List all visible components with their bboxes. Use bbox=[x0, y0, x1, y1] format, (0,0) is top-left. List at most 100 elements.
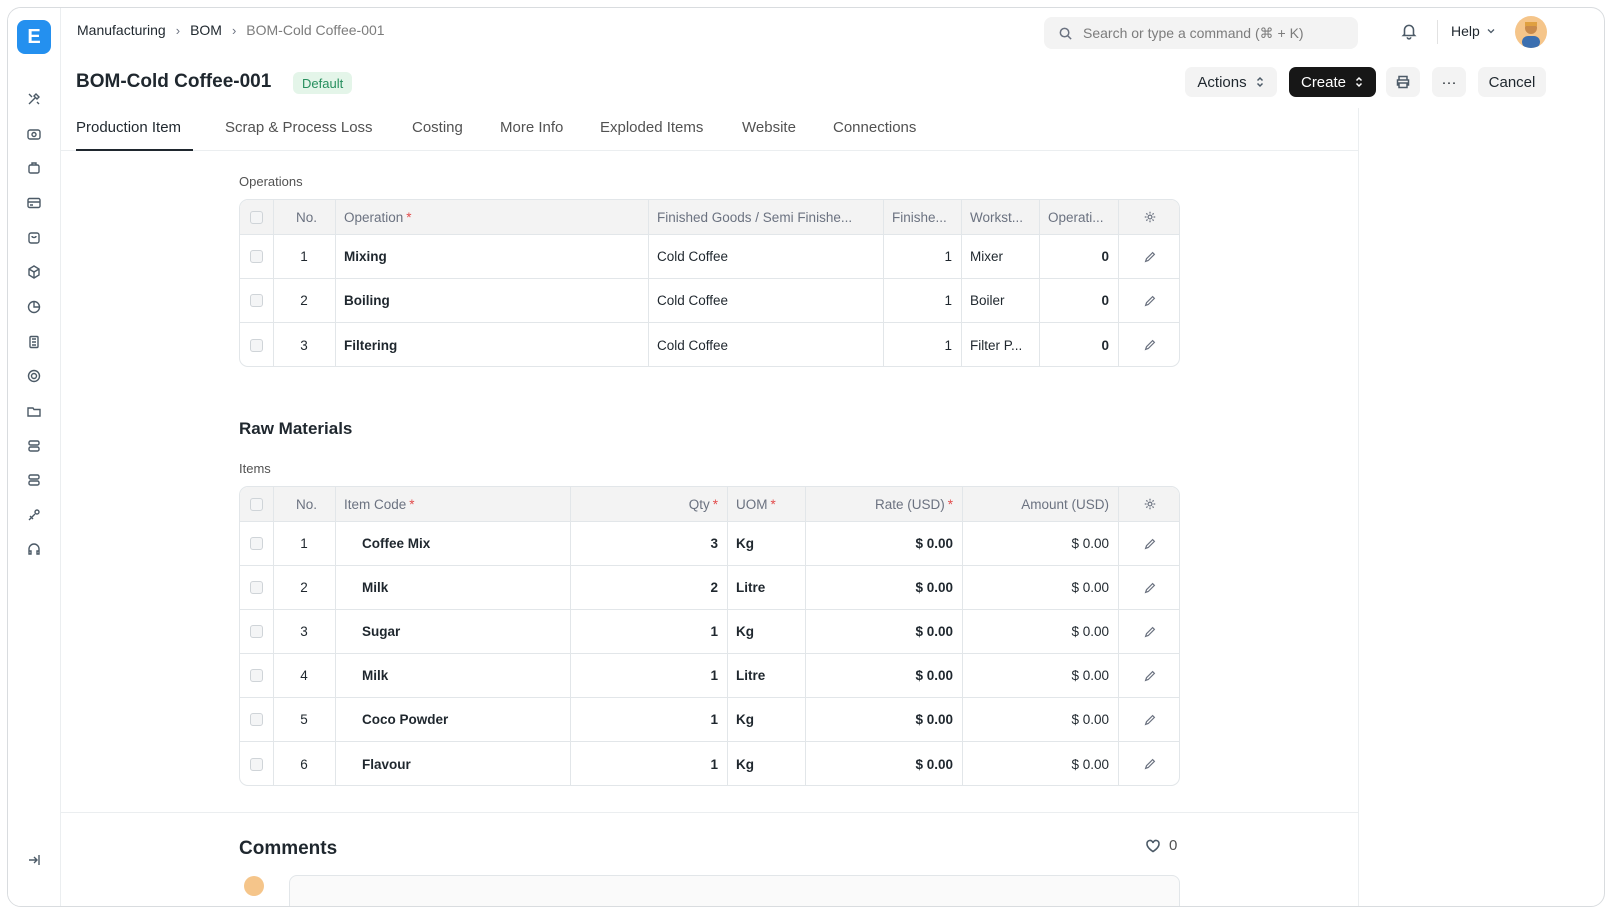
table-row[interactable]: 5 Coco Powder 1 Kg $ 0.00 $ 0.00 bbox=[240, 698, 1179, 742]
tab-website[interactable]: Website bbox=[742, 119, 796, 136]
qty-cell[interactable]: 1 bbox=[570, 654, 727, 697]
search-input[interactable]: Search or type a command (⌘ + K) bbox=[1044, 17, 1358, 49]
more-options-button[interactable]: ··· bbox=[1432, 67, 1466, 97]
rate-cell[interactable]: $ 0.00 bbox=[805, 654, 962, 697]
tab-costing[interactable]: Costing bbox=[412, 119, 463, 136]
operation-cell[interactable]: Filtering bbox=[335, 323, 648, 366]
column-settings-gear-icon[interactable] bbox=[1118, 200, 1179, 234]
package-icon[interactable] bbox=[25, 263, 43, 281]
edit-row-pencil-icon[interactable] bbox=[1118, 566, 1179, 609]
operation-cell[interactable]: Mixing bbox=[335, 235, 648, 278]
row-checkbox[interactable] bbox=[240, 522, 273, 565]
edit-row-pencil-icon[interactable] bbox=[1118, 279, 1179, 322]
uom-cell[interactable]: Kg bbox=[727, 698, 805, 741]
table-row[interactable]: 6 Flavour 1 Kg $ 0.00 $ 0.00 bbox=[240, 742, 1179, 785]
finished-goods-cell[interactable]: Cold Coffee bbox=[648, 235, 883, 278]
briefcase-icon[interactable] bbox=[25, 159, 43, 177]
item-code-cell[interactable]: Milk bbox=[335, 654, 570, 697]
item-code-cell[interactable]: Sugar bbox=[335, 610, 570, 653]
qty-cell[interactable]: 1 bbox=[570, 610, 727, 653]
shopping-bag-icon[interactable] bbox=[25, 229, 43, 247]
qty-cell[interactable]: 3 bbox=[570, 522, 727, 565]
qty-cell[interactable]: 1 bbox=[570, 742, 727, 785]
row-checkbox[interactable] bbox=[240, 654, 273, 697]
accounting-icon[interactable] bbox=[25, 125, 43, 143]
rate-cell[interactable]: $ 0.00 bbox=[805, 698, 962, 741]
building-icon[interactable] bbox=[25, 333, 43, 351]
uom-cell[interactable]: Kg bbox=[727, 522, 805, 565]
item-code-cell[interactable]: Flavour bbox=[335, 742, 570, 785]
table-row[interactable]: 4 Milk 1 Litre $ 0.00 $ 0.00 bbox=[240, 654, 1179, 698]
row-checkbox[interactable] bbox=[240, 698, 273, 741]
support-icon[interactable] bbox=[25, 540, 43, 558]
rate-cell[interactable]: $ 0.00 bbox=[805, 742, 962, 785]
server-icon[interactable] bbox=[25, 437, 43, 455]
table-row[interactable]: 2 Milk 2 Litre $ 0.00 $ 0.00 bbox=[240, 566, 1179, 610]
qty-cell[interactable]: 2 bbox=[570, 566, 727, 609]
table-row[interactable]: 3 Sugar 1 Kg $ 0.00 $ 0.00 bbox=[240, 610, 1179, 654]
tab-production-item[interactable]: Production Item bbox=[76, 119, 181, 136]
edit-row-pencil-icon[interactable] bbox=[1118, 654, 1179, 697]
edit-row-pencil-icon[interactable] bbox=[1118, 610, 1179, 653]
rate-cell[interactable]: $ 0.00 bbox=[805, 610, 962, 653]
column-settings-gear-icon[interactable] bbox=[1118, 487, 1179, 521]
workstation-cell[interactable]: Filter P... bbox=[961, 323, 1039, 366]
row-checkbox[interactable] bbox=[240, 610, 273, 653]
table-row[interactable]: 1 Coffee Mix 3 Kg $ 0.00 $ 0.00 bbox=[240, 522, 1179, 566]
edit-row-pencil-icon[interactable] bbox=[1118, 323, 1179, 366]
row-checkbox[interactable] bbox=[240, 742, 273, 785]
item-code-cell[interactable]: Milk bbox=[335, 566, 570, 609]
cancel-button[interactable]: Cancel bbox=[1478, 67, 1546, 97]
row-checkbox[interactable] bbox=[240, 323, 273, 366]
create-button[interactable]: Create bbox=[1289, 67, 1376, 97]
help-dropdown[interactable]: Help bbox=[1451, 23, 1496, 39]
operating-cost-cell[interactable]: 0 bbox=[1039, 235, 1118, 278]
uom-cell[interactable]: Litre bbox=[727, 654, 805, 697]
breadcrumb-manufacturing[interactable]: Manufacturing bbox=[77, 22, 166, 38]
tab-connections[interactable]: Connections bbox=[833, 119, 916, 136]
folder-icon[interactable] bbox=[25, 402, 43, 420]
tab-exploded-items[interactable]: Exploded Items bbox=[600, 119, 703, 136]
breadcrumb-bom[interactable]: BOM bbox=[190, 22, 222, 38]
edit-row-pencil-icon[interactable] bbox=[1118, 235, 1179, 278]
uom-cell[interactable]: Kg bbox=[727, 610, 805, 653]
workstation-cell[interactable]: Boiler bbox=[961, 279, 1039, 322]
finished-goods-cell[interactable]: Cold Coffee bbox=[648, 323, 883, 366]
shield-icon[interactable] bbox=[25, 367, 43, 385]
workstation-cell[interactable]: Mixer bbox=[961, 235, 1039, 278]
comment-input[interactable] bbox=[289, 875, 1180, 906]
user-avatar[interactable] bbox=[1515, 16, 1547, 48]
finished-goods-cell[interactable]: Cold Coffee bbox=[648, 279, 883, 322]
chart-pie-icon[interactable] bbox=[25, 298, 43, 316]
finished-qty-cell[interactable]: 1 bbox=[883, 279, 961, 322]
finished-qty-cell[interactable]: 1 bbox=[883, 235, 961, 278]
uom-cell[interactable]: Litre bbox=[727, 566, 805, 609]
card-icon[interactable] bbox=[25, 194, 43, 212]
finished-qty-cell[interactable]: 1 bbox=[883, 323, 961, 366]
app-logo[interactable]: E bbox=[17, 20, 51, 54]
rate-cell[interactable]: $ 0.00 bbox=[805, 522, 962, 565]
expand-sidebar-icon[interactable] bbox=[25, 851, 43, 869]
operating-cost-cell[interactable]: 0 bbox=[1039, 279, 1118, 322]
operation-cell[interactable]: Boiling bbox=[335, 279, 648, 322]
item-code-cell[interactable]: Coffee Mix bbox=[335, 522, 570, 565]
uom-cell[interactable]: Kg bbox=[727, 742, 805, 785]
integration-icon[interactable] bbox=[25, 506, 43, 524]
row-checkbox[interactable] bbox=[240, 235, 273, 278]
tab-more-info[interactable]: More Info bbox=[500, 119, 563, 136]
tab-scrap-process-loss[interactable]: Scrap & Process Loss bbox=[225, 119, 373, 136]
tools-icon[interactable] bbox=[25, 90, 43, 108]
select-all-checkbox[interactable] bbox=[240, 487, 273, 521]
operating-cost-cell[interactable]: 0 bbox=[1039, 323, 1118, 366]
row-checkbox[interactable] bbox=[240, 566, 273, 609]
edit-row-pencil-icon[interactable] bbox=[1118, 742, 1179, 785]
actions-button[interactable]: Actions bbox=[1185, 67, 1277, 97]
row-checkbox[interactable] bbox=[240, 279, 273, 322]
select-all-checkbox[interactable] bbox=[240, 200, 273, 234]
edit-row-pencil-icon[interactable] bbox=[1118, 522, 1179, 565]
item-code-cell[interactable]: Coco Powder bbox=[335, 698, 570, 741]
like-button[interactable]: 0 bbox=[1145, 837, 1177, 854]
notification-bell-icon[interactable] bbox=[1400, 22, 1420, 42]
qty-cell[interactable]: 1 bbox=[570, 698, 727, 741]
edit-row-pencil-icon[interactable] bbox=[1118, 698, 1179, 741]
